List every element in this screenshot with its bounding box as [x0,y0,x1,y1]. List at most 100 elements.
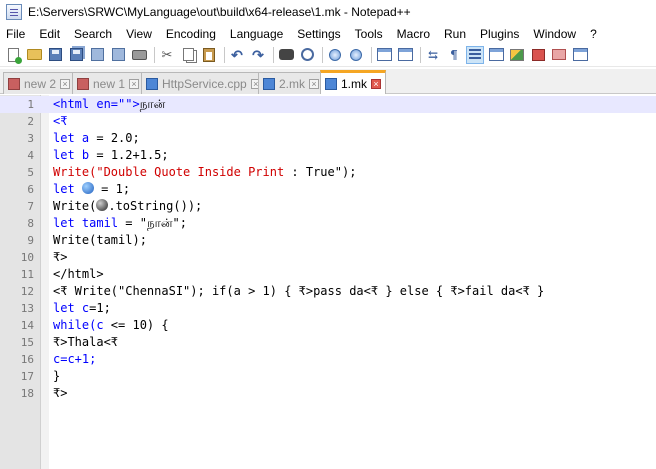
code-line[interactable]: 17} [0,368,656,385]
zoom-in-button[interactable] [326,46,344,64]
code-text: </html> [53,266,104,283]
find-button[interactable] [277,46,295,64]
line-number: 8 [27,217,34,230]
keyword-token: let [53,131,75,145]
menu-run[interactable]: Run [437,27,473,41]
toolbar-separator [420,46,421,63]
replace-button[interactable] [298,46,316,64]
code-token: = 2.0; [89,131,140,145]
sync-horizontal-button[interactable] [396,46,414,64]
tab-new-1[interactable]: new 1 × [72,72,145,94]
menu-window[interactable]: Window [526,27,583,41]
code-line[interactable]: 18 ₹> [0,385,656,402]
tab-close-icon[interactable]: × [129,78,140,89]
document-map-button[interactable] [508,46,526,64]
code-token: = 1.2+1.5; [89,148,169,162]
show-all-chars-button[interactable]: ¶ [445,46,463,64]
paste-button[interactable] [200,46,218,64]
menu-tools[interactable]: Tools [348,27,390,41]
code-line[interactable]: 10 ₹> [0,249,656,266]
menu-language[interactable]: Language [223,27,290,41]
code-line[interactable]: 16 c=c+1; [0,351,656,368]
language-udl-button[interactable] [487,46,505,64]
saved-file-icon [325,77,337,90]
code-line[interactable]: 3 let a = 2.0; [0,130,656,147]
close-all-button[interactable] [109,46,127,64]
menu-encoding[interactable]: Encoding [159,27,223,41]
folder-workspace-button[interactable] [550,46,568,64]
line-number: 1 [27,98,34,111]
undo-button[interactable]: ↶ [228,46,246,64]
code-line[interactable]: 11 </html> [0,266,656,283]
close-icon [90,48,104,61]
tab-close-icon[interactable]: × [60,78,71,89]
tab-new-2[interactable]: new 2 × [3,72,76,94]
zoom-out-button[interactable] [347,46,365,64]
word-wrap-button[interactable]: ⇆ [424,46,442,64]
save-all-button[interactable] [67,46,85,64]
code-line[interactable]: 1 <html en="">நான் [0,96,656,113]
string-token: Write("Double Quote Inside Print [53,165,285,179]
code-line[interactable]: 6 let = 1; [0,181,656,198]
code-token: = "நான்"; [118,216,187,230]
code-line[interactable]: 5 Write("Double Quote Inside Print : True… [0,164,656,181]
indent-guide-icon [469,48,481,61]
keyword-token: tamil [81,216,119,230]
title-bar: E:\Servers\SRWC\MyLanguage\out\build\x64… [0,0,656,24]
tab-2-mk[interactable]: 2.mk × [258,72,325,94]
tab-close-icon[interactable]: × [309,78,320,89]
folder-workspace-icon [552,49,566,60]
function-list-button[interactable] [529,46,547,64]
sync-vertical-button[interactable] [375,46,393,64]
tab-1-mk[interactable]: 1.mk × [320,70,387,94]
close-button[interactable] [88,46,106,64]
menu-search[interactable]: Search [67,27,119,41]
code-line[interactable]: 2 <₹ [0,113,656,130]
new-file-button[interactable] [4,46,22,64]
code-line[interactable]: 8 let tamil = "நான்"; [0,215,656,232]
line-number: 16 [20,353,34,366]
menu-help[interactable]: ? [583,27,604,41]
menu-settings[interactable]: Settings [290,27,347,41]
line-number: 4 [27,149,34,162]
zoom-out-icon [350,48,362,61]
code-line[interactable]: 4 let b = 1.2+1.5; [0,147,656,164]
menu-view[interactable]: View [119,27,159,41]
code-text: let b = 1.2+1.5; [53,147,169,164]
save-icon [48,48,62,61]
replace-icon [300,48,314,61]
code-line[interactable]: 15 ₹>Thala<₹ [0,334,656,351]
menu-file[interactable]: File [0,27,32,41]
line-number: 5 [27,166,34,179]
code-line[interactable]: 13 let c=1; [0,300,656,317]
code-editor[interactable]: 1 <html en="">நான் 2 <₹ 3 let a = 2.0; 4 let b … [0,95,656,469]
monitoring-button[interactable] [571,46,589,64]
code-line[interactable]: 7 Write(.toString()); [0,198,656,215]
menu-plugins[interactable]: Plugins [473,27,526,41]
unsaved-file-icon [8,77,20,90]
code-line[interactable]: 14 while(c <= 10) { [0,317,656,334]
print-button[interactable] [130,46,148,64]
code-text: Write(.toString()); [53,198,202,215]
code-line[interactable]: 12 <₹ Write("ChennaSI"); if(a > 1) { ₹>pa… [0,283,656,300]
word-wrap-icon: ⇆ [427,47,439,62]
save-button[interactable] [46,46,64,64]
menu-edit[interactable]: Edit [32,27,67,41]
menu-macro[interactable]: Macro [390,27,437,41]
code-text: while(c <= 10) { [53,317,169,334]
toolbar-separator [322,46,323,63]
tab-httpservice-cpp[interactable]: HttpService.cpp × [141,72,266,94]
code-token: = 1; [93,182,131,196]
code-token: =1; [89,301,111,315]
cut-button[interactable]: ✂ [158,46,176,64]
indent-guide-button[interactable] [466,45,484,64]
open-file-button[interactable] [25,46,43,64]
copy-button[interactable] [179,46,197,64]
tab-close-icon[interactable]: × [371,78,382,89]
line-number: 10 [20,251,34,264]
redo-button[interactable]: ↷ [249,46,267,64]
code-line[interactable]: 9 Write(tamil); [0,232,656,249]
